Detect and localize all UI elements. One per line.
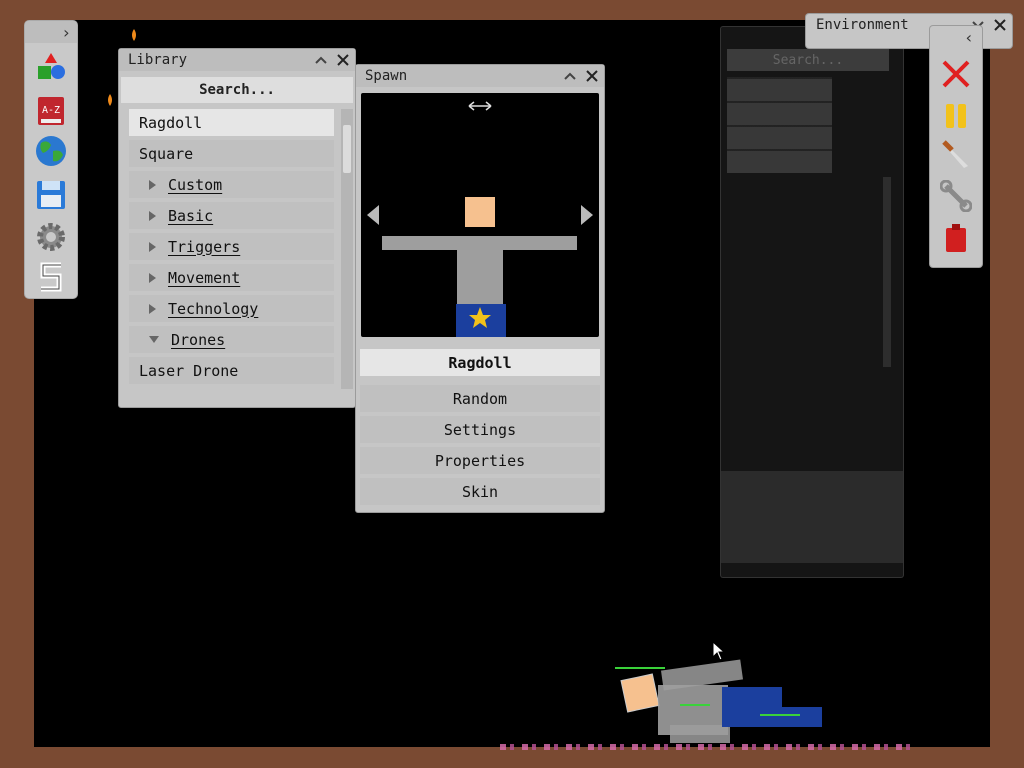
list-item-label: Square	[139, 144, 194, 163]
close-icon[interactable]	[992, 17, 1008, 33]
ragdoll-arms	[382, 236, 577, 250]
ghost-grid	[727, 77, 832, 173]
save-icon[interactable]	[35, 179, 67, 211]
settings-button[interactable]: Settings	[360, 416, 600, 443]
fire-particle	[108, 94, 112, 106]
inactive-library-panel: Search...	[720, 26, 904, 578]
pause-icon[interactable]	[940, 100, 972, 132]
library-panel: Library Search... Ragdoll Square Custom …	[118, 48, 356, 408]
folder-item[interactable]: Technology	[129, 295, 334, 322]
library-title: Library	[128, 52, 188, 68]
folder-label: Basic	[168, 206, 214, 225]
ghost-search: Search...	[727, 49, 889, 71]
ghost-footer	[721, 471, 903, 563]
list-item[interactable]: Ragdoll	[129, 109, 334, 136]
ragdoll-head	[465, 197, 495, 227]
knife-icon[interactable]	[940, 138, 972, 170]
right-toolbar: ‹	[930, 26, 982, 267]
list-item[interactable]: Square	[129, 140, 334, 167]
folder-item[interactable]: Basic	[129, 202, 334, 229]
list-item[interactable]: Laser Drone	[129, 357, 334, 384]
wrench-icon[interactable]	[940, 180, 972, 212]
scripting-icon[interactable]	[35, 261, 67, 293]
properties-button[interactable]: Properties	[360, 447, 600, 474]
close-icon[interactable]	[335, 52, 351, 68]
spawn-panel: Spawn Ragdoll Random Settings Properties…	[355, 64, 605, 513]
previous-arrow-icon[interactable]	[367, 205, 379, 225]
skin-button[interactable]: Skin	[360, 478, 600, 505]
spawn-title: Spawn	[365, 68, 408, 84]
environment-title: Environment	[816, 17, 909, 33]
globe-icon[interactable]	[35, 135, 67, 167]
folder-label: Drones	[171, 330, 226, 349]
expand-triangle-icon	[149, 272, 156, 283]
ragdoll-entity[interactable]	[610, 655, 830, 750]
collapse-triangle-icon	[149, 336, 159, 343]
collapse-arrow-icon[interactable]: ‹	[960, 28, 978, 47]
folder-label: Movement	[168, 268, 241, 287]
ground-border	[0, 747, 1024, 768]
spawn-header[interactable]: Spawn	[356, 65, 604, 87]
collapse-chevron-icon[interactable]	[562, 68, 578, 84]
folder-item[interactable]: Movement	[129, 264, 334, 291]
library-scrollbar[interactable]	[341, 109, 353, 389]
dictionary-icon[interactable]: A-Z	[35, 95, 67, 127]
library-list: Ragdoll Square Custom Basic Triggers Mov…	[129, 109, 334, 388]
delete-icon[interactable]	[940, 58, 972, 90]
fire-particle	[132, 29, 136, 41]
folder-label: Custom	[168, 175, 223, 194]
scroll-thumb[interactable]	[343, 125, 351, 173]
ragdoll-torso	[457, 250, 503, 304]
collapse-chevron-icon[interactable]	[313, 52, 329, 68]
list-item-label: Ragdoll	[139, 113, 203, 132]
fuel-can-icon[interactable]	[940, 222, 972, 254]
folder-item[interactable]: Custom	[129, 171, 334, 198]
resize-arrow-icon[interactable]	[468, 101, 492, 111]
expand-triangle-icon	[149, 303, 156, 314]
folder-label: Triggers	[168, 237, 241, 256]
expand-triangle-icon	[149, 179, 156, 190]
random-button[interactable]: Random	[360, 385, 600, 412]
selected-spawn-name[interactable]: Ragdoll	[360, 349, 600, 376]
shapes-icon[interactable]	[35, 51, 67, 83]
library-header[interactable]: Library	[119, 49, 355, 71]
folder-item[interactable]: Drones	[129, 326, 334, 353]
next-arrow-icon[interactable]	[581, 205, 593, 225]
close-icon[interactable]	[584, 68, 600, 84]
left-toolbar: › A-Z	[25, 21, 77, 298]
mouse-cursor-icon	[712, 641, 726, 661]
list-item-label: Laser Drone	[139, 361, 239, 380]
settings-gear-icon[interactable]	[35, 221, 67, 253]
library-search-input[interactable]: Search...	[121, 77, 353, 103]
expand-arrow-icon[interactable]: ›	[25, 21, 77, 43]
expand-triangle-icon	[149, 241, 156, 252]
spawn-preview	[361, 93, 599, 337]
folder-item[interactable]: Triggers	[129, 233, 334, 260]
ghost-scrollbar	[883, 177, 891, 367]
svg-text:A-Z: A-Z	[42, 105, 60, 116]
expand-triangle-icon	[149, 210, 156, 221]
folder-label: Technology	[168, 299, 259, 318]
